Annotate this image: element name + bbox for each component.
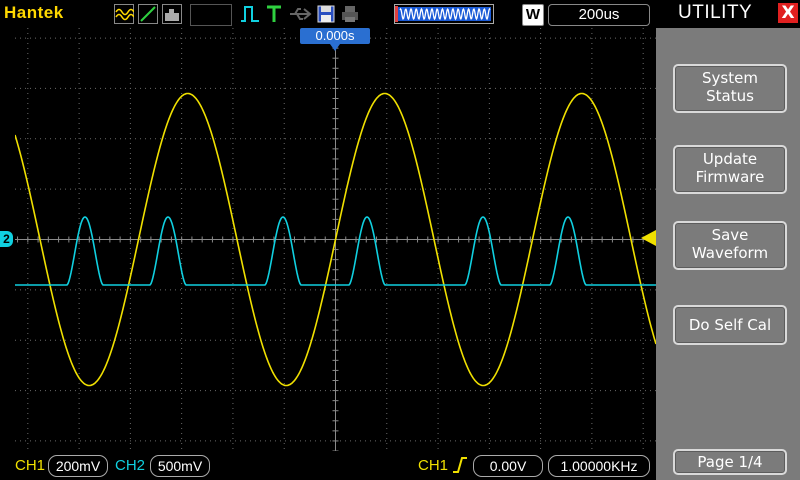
close-icon[interactable]: X <box>778 3 798 23</box>
rising-edge-icon[interactable] <box>452 456 468 474</box>
system-status-button[interactable]: System Status <box>673 64 787 113</box>
trigger-source[interactable]: CH1 <box>418 457 448 474</box>
ch1-scale[interactable]: 200mV <box>48 455 108 477</box>
utility-menu: UTILITY X System Status Update Firmware Sa… <box>656 0 800 480</box>
usb-icon <box>290 8 312 20</box>
ch2-label[interactable]: CH2 <box>115 457 145 474</box>
menu-page-button[interactable]: Page 1/4 <box>673 449 787 475</box>
printer-icon[interactable] <box>340 4 360 24</box>
save-waveform-button[interactable]: Save Waveform <box>673 221 787 270</box>
persist-icon[interactable] <box>162 4 182 24</box>
save-disk-icon[interactable] <box>316 4 336 24</box>
channel-status-bar: CH1 200mV CH2 500mV CH1 0.00V 1.00000KHz <box>0 452 656 480</box>
ch1-label[interactable]: CH1 <box>15 457 45 474</box>
trigger-t-icon[interactable] <box>264 4 284 24</box>
wave-icon[interactable] <box>114 4 134 24</box>
ch2-scale[interactable]: 500mV <box>150 455 210 477</box>
brand-logo: Hantek <box>4 3 64 22</box>
self-calibration-button[interactable]: Do Self Cal <box>673 305 787 345</box>
menu-header: UTILITY X <box>656 0 800 28</box>
timebase-readout[interactable]: 200us <box>548 4 650 26</box>
menu-title: UTILITY <box>678 2 753 23</box>
trigger-position-marker[interactable]: 0.000s <box>300 28 370 44</box>
status-slot <box>190 4 232 26</box>
ch2-ground-marker[interactable]: 2 <box>0 231 13 247</box>
trigger-level-arrow-icon[interactable] <box>641 230 656 246</box>
memory-depth-bar[interactable] <box>394 4 494 24</box>
update-firmware-button[interactable]: Update Firmware <box>673 145 787 194</box>
status-bar: Hantek W 200us <box>0 0 656 28</box>
trigger-position-arrow-icon <box>330 44 340 51</box>
vector-mode-icon[interactable] <box>138 4 158 24</box>
frequency-counter: 1.00000KHz <box>548 455 650 477</box>
trigger-level[interactable]: 0.00V <box>473 455 543 477</box>
pulse-trigger-icon[interactable] <box>240 4 260 24</box>
waveform-display[interactable] <box>15 28 656 451</box>
timebase-mode-badge: W <box>522 4 544 26</box>
